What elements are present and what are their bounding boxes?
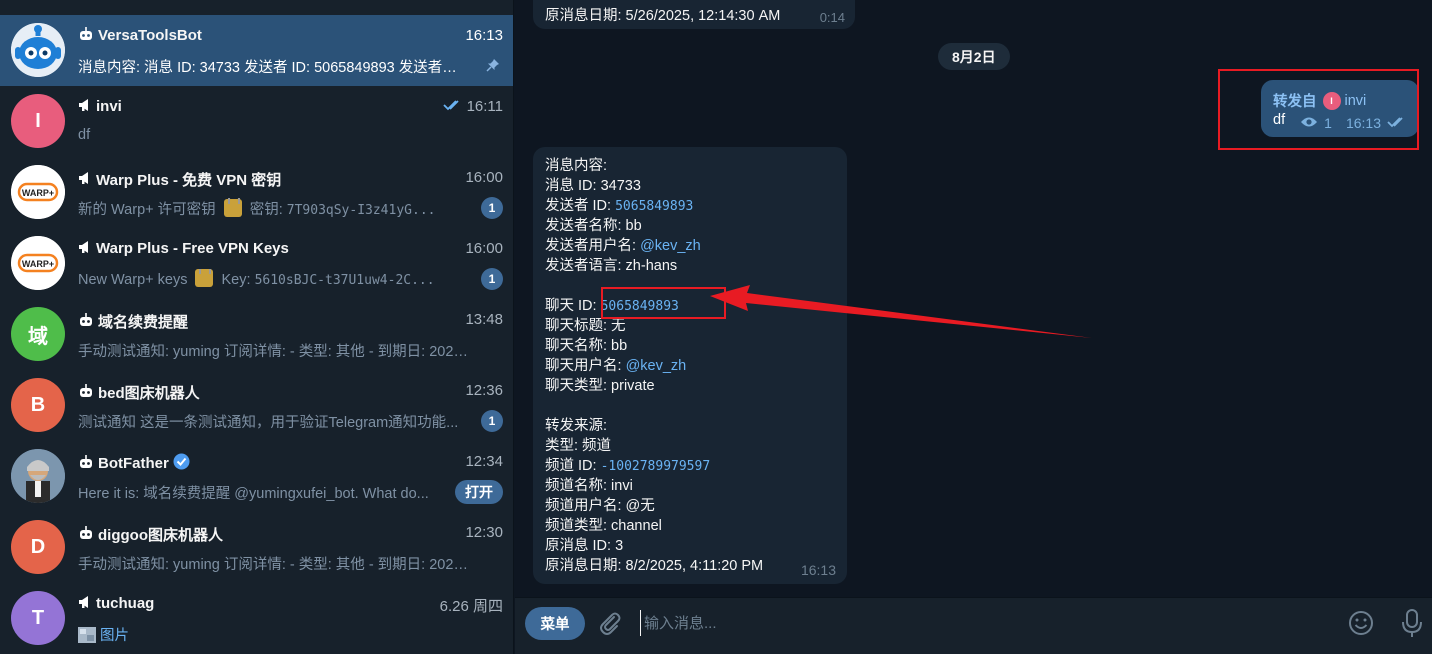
bot-icon — [78, 27, 94, 44]
chat-time: 13:48 — [465, 311, 503, 328]
warp-avatar-icon: WARP+ — [11, 165, 65, 219]
channel-icon — [78, 98, 92, 115]
menu-button[interactable]: 菜单 — [525, 607, 585, 640]
chat-item-botfather[interactable]: BotFather 12:34 Here it is: 域名续费提醒 @yumi… — [0, 441, 513, 512]
pin-icon — [486, 58, 500, 75]
chat-item-versatoolsbot[interactable]: VersaToolsBot 16:13 消息内容: 消息 ID: 34733 发… — [0, 15, 513, 86]
open-button[interactable]: 打开 — [455, 480, 503, 504]
chat-item-warp-plus-cn[interactable]: WARP+ Warp Plus - 免费 VPN 密钥 16:00 新的 War… — [0, 157, 513, 228]
avatar: B — [11, 378, 65, 432]
bot-icon — [78, 526, 94, 543]
channel-icon — [78, 171, 92, 188]
chat-time: 16:00 — [465, 169, 503, 186]
chat-name: VersaToolsBot — [78, 27, 202, 44]
annotation-arrow — [710, 285, 1092, 338]
paperclip-icon[interactable] — [597, 610, 623, 636]
avatar: T — [11, 591, 65, 645]
chat-item-invi[interactable]: I invi 16:11 df — [0, 86, 513, 157]
chat-preview: 图片 — [78, 624, 473, 645]
chat-item-diggoo-bot[interactable]: D diggoo图床机器人 12:30 手动测试通知: yuming 订阅详情:… — [0, 512, 513, 583]
chat-preview: 测试通知 这是一条测试通知，用于验证Telegram通知功能... — [78, 415, 459, 431]
bot-icon — [78, 384, 94, 401]
message-input[interactable] — [640, 610, 1320, 636]
unread-badge: 1 — [481, 410, 503, 432]
chat-name: Warp Plus - Free VPN Keys — [78, 240, 289, 257]
bot-icon — [78, 313, 94, 330]
chat-item-domain-renewal[interactable]: 域 域名续费提醒 13:48 手动测试通知: yuming 订阅详情: - 类型… — [0, 299, 513, 370]
chat-time: 12:36 — [465, 382, 503, 399]
chat-time: 16:11 — [442, 98, 503, 115]
avatar: I — [11, 94, 65, 148]
chat-item-bed-bot[interactable]: B bed图床机器人 12:36 测试通知 这是一条测试通知，用于验证Teleg… — [0, 370, 513, 441]
warp-logo-text: WARP+ — [22, 188, 54, 198]
emoji-icon[interactable] — [1347, 609, 1375, 637]
chat-name: invi — [78, 98, 122, 115]
message-composer: 菜单 — [515, 597, 1432, 654]
chat-item-tuchuag[interactable]: T tuchuag 6.26 周四 图片 — [0, 583, 513, 654]
chat-name: 域名续费提醒 — [78, 311, 188, 332]
chat-preview: 消息内容: 消息 ID: 34733 发送者 ID: 5065849893 发送… — [78, 60, 470, 76]
chat-preview: df — [78, 127, 91, 143]
lock-key-icon — [223, 198, 242, 217]
chat-name: BotFather — [78, 453, 190, 474]
chat-name: tuchuag — [78, 595, 154, 612]
channel-icon — [78, 595, 92, 612]
avatar: D — [11, 520, 65, 574]
chat-list-sidebar: VersaToolsBot 16:13 消息内容: 消息 ID: 34733 发… — [0, 0, 514, 654]
chat-panel: 原消息日期: 5/26/2025, 12:14:30 AM 0:14 8月2日 … — [515, 0, 1432, 654]
avatar: 域 — [11, 307, 65, 361]
unread-badge: 1 — [481, 268, 503, 290]
lock-key-icon — [195, 269, 214, 287]
chat-time: 16:00 — [465, 240, 503, 257]
image-thumbnail-icon — [78, 627, 100, 644]
warp-avatar-icon: WARP+ — [11, 236, 65, 290]
chat-time: 6.26 周四 — [439, 598, 503, 615]
chat-preview: 手动测试通知: yuming 订阅详情: - 类型: 其他 - 到期日: 202… — [78, 344, 473, 360]
chat-preview: Here it is: 域名续费提醒 @yumingxufei_bot. Wha… — [78, 486, 429, 502]
bot-icon — [78, 455, 94, 472]
robot-avatar-icon — [11, 23, 65, 77]
verified-icon — [173, 453, 190, 474]
chat-time: 16:13 — [465, 27, 503, 44]
warp-logo-text: WARP+ — [22, 259, 54, 269]
botfather-avatar-icon — [11, 449, 65, 503]
chat-preview: New Warp+ keys Key: 5610sBJC-t37U1uw4-2C… — [78, 269, 473, 288]
chat-preview: 新的 Warp+ 许可密钥 密钥: 7T903qSy-I3z41yG... — [78, 198, 473, 219]
chat-time: 12:34 — [465, 453, 503, 470]
double-check-icon — [442, 98, 463, 115]
unread-badge: 1 — [481, 197, 503, 219]
channel-icon — [78, 240, 92, 257]
chat-time: 12:30 — [465, 524, 503, 541]
microphone-icon[interactable] — [1399, 608, 1425, 638]
chat-name: diggoo图床机器人 — [78, 524, 223, 545]
chat-name: Warp Plus - 免费 VPN 密钥 — [78, 169, 281, 190]
chat-name: bed图床机器人 — [78, 382, 200, 403]
chat-item-warp-plus-en[interactable]: WARP+ Warp Plus - Free VPN Keys 16:00 Ne… — [0, 228, 513, 299]
chat-preview: 手动测试通知: yuming 订阅详情: - 类型: 其他 - 到期日: 202… — [78, 557, 473, 573]
